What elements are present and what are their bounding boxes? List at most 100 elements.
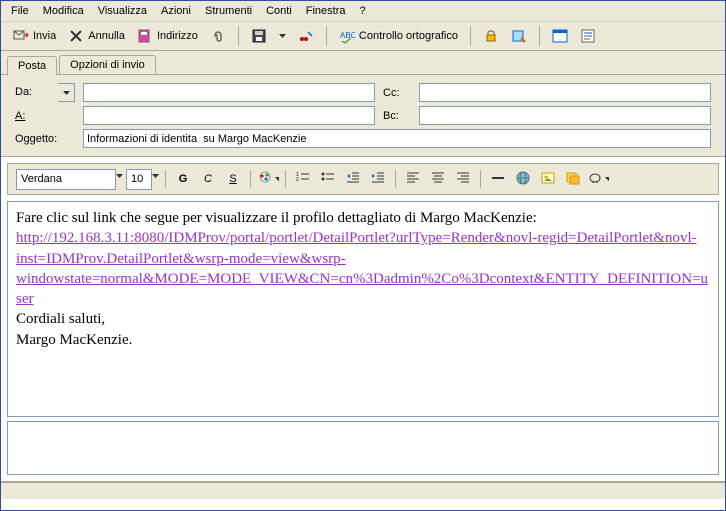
menu-window[interactable]: Finestra [300,3,352,19]
save-dropdown[interactable] [275,32,290,40]
message-body[interactable]: Fare clic sul link che segue per visuali… [7,201,719,417]
symbol-button[interactable] [587,168,609,190]
address-button[interactable]: Indirizzo [133,26,202,46]
statusbar [1,481,725,499]
menubar: File Modifica Visualizza Azioni Strument… [1,1,725,22]
priority-button[interactable] [294,26,318,46]
menu-tools[interactable]: Strumenti [199,3,258,19]
font-dropdown[interactable] [116,169,123,190]
font-combo[interactable] [16,169,123,190]
image-icon [540,170,556,189]
indent-button[interactable] [367,168,389,190]
bc-label: Bc: [383,110,411,122]
html-view-button[interactable] [548,26,572,46]
spellcheck-icon: ABC [339,28,355,44]
attach-button[interactable] [206,26,230,46]
encrypt-button[interactable] [479,26,503,46]
to-input[interactable] [83,106,375,125]
toolbar-separator [238,26,239,46]
bold-button[interactable]: G [172,168,194,190]
address-label: Indirizzo [157,30,198,42]
send-icon [13,28,29,44]
save-button[interactable] [247,26,271,46]
color-icon [257,170,273,189]
subject-label: Oggetto: [15,133,75,145]
ol-icon: 12 [295,170,311,189]
link-icon [515,170,531,189]
cancel-button[interactable]: Annulla [64,26,129,46]
align-left-button[interactable] [402,168,424,190]
size-input[interactable] [126,169,152,190]
font-input[interactable] [16,169,116,190]
menu-actions[interactable]: Azioni [155,3,197,19]
body-signoff-2: Margo MacKenzie. [16,332,132,348]
numbered-list-button[interactable]: 12 [292,168,314,190]
tab-mail[interactable]: Posta [7,56,57,76]
from-dropdown[interactable] [58,83,75,102]
from-label: Da: [15,83,58,102]
hrule-button[interactable] [487,168,509,190]
image-button[interactable] [537,168,559,190]
align-center-button[interactable] [427,168,449,190]
tab-send-options[interactable]: Opzioni di invio [59,55,156,74]
attachment-area[interactable] [7,421,719,475]
from-input[interactable] [83,83,375,102]
toolbar-separator [470,26,471,46]
underline-button[interactable]: S [222,168,244,190]
signature-icon [511,28,527,44]
subject-input[interactable] [83,129,711,148]
html-icon [552,28,568,44]
outdent-button[interactable] [342,168,364,190]
menu-accounts[interactable]: Conti [260,3,298,19]
background-icon [565,170,581,189]
sign-button[interactable] [507,26,531,46]
menu-file[interactable]: File [5,3,35,19]
tab-strip: Posta Opzioni di invio [1,51,725,75]
cancel-label: Annulla [88,30,125,42]
paperclip-icon [210,28,226,44]
spellcheck-button[interactable]: ABC Controllo ortografico [335,26,462,46]
toolbar-separator [539,26,540,46]
svg-text:2: 2 [296,177,299,183]
cancel-icon [68,28,84,44]
align-right-icon [455,170,471,189]
plain-view-button[interactable] [576,26,600,46]
format-toolbar: G C S 12 [7,163,719,195]
align-left-icon [405,170,421,189]
symbol-icon [587,170,603,189]
font-color-button[interactable] [257,168,279,190]
spellcheck-label: Controllo ortografico [359,30,458,42]
menu-edit[interactable]: Modifica [37,3,90,19]
svg-text:ABC: ABC [340,31,355,40]
cc-label: Cc: [383,87,411,99]
bc-input[interactable] [419,106,711,125]
size-combo[interactable] [126,169,159,190]
ul-icon [320,170,336,189]
send-label: Invia [33,30,56,42]
cc-input[interactable] [419,83,711,102]
menu-view[interactable]: Visualizza [92,3,153,19]
body-signoff-1: Cordiali saluti, [16,311,105,327]
main-toolbar: Invia Annulla Indirizzo ABC Controllo or… [1,22,725,51]
italic-button[interactable]: C [197,168,219,190]
size-dropdown[interactable] [152,169,159,190]
hrule-icon [490,170,506,189]
link-button[interactable] [512,168,534,190]
background-button[interactable] [562,168,584,190]
body-link[interactable]: http://192.168.3.11:8080/IDMProv/portal/… [16,230,708,307]
plaintext-icon [580,28,596,44]
menu-help[interactable]: ? [354,3,372,19]
addressbook-icon [137,28,153,44]
indent-icon [370,170,386,189]
to-label: A: [15,110,75,122]
align-center-icon [430,170,446,189]
disk-icon [251,28,267,44]
send-button[interactable]: Invia [9,26,60,46]
align-right-button[interactable] [452,168,474,190]
toolbar-separator [326,26,327,46]
outdent-icon [345,170,361,189]
body-intro: Fare clic sul link che segue per visuali… [16,210,537,226]
bullet-list-button[interactable] [317,168,339,190]
lock-icon [483,28,499,44]
header-fields: Da: Cc: A: Bc: Oggetto: [1,75,725,157]
